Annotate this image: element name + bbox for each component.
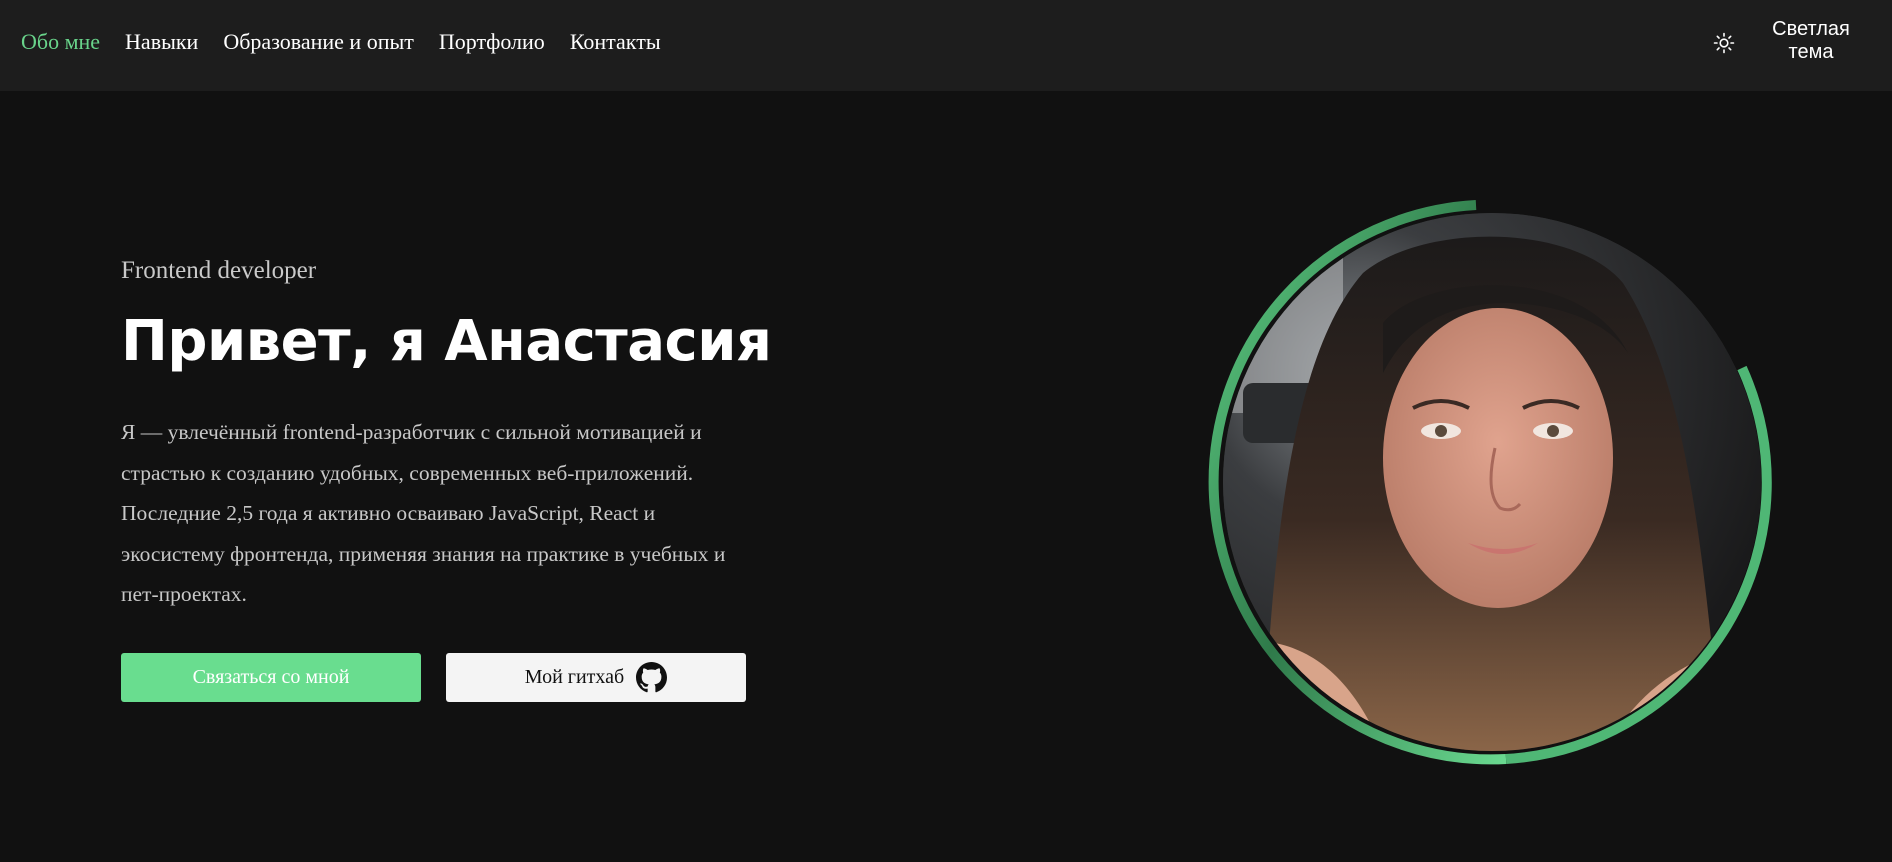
nav-item-contacts[interactable]: Контакты	[570, 28, 661, 56]
nav-item-education[interactable]: Образование и опыт	[223, 28, 414, 56]
github-button[interactable]: Мой гитхаб	[446, 653, 746, 702]
top-navigation-bar: Обо мне Навыки Образование и опыт Портфо…	[0, 0, 1892, 91]
sun-icon	[1713, 32, 1735, 54]
github-label: Мой гитхаб	[524, 666, 625, 688]
theme-toggle-label: Светлая тема	[1772, 18, 1850, 63]
profile-photo-illustration	[1223, 213, 1761, 751]
profile-photo-frame	[1206, 198, 1774, 766]
contact-me-button[interactable]: Связаться со мной	[121, 653, 421, 702]
role-subtitle: Frontend developer	[121, 257, 317, 284]
contact-me-label: Связаться со мной	[192, 666, 350, 688]
hero-title: Привет, я Анастасия	[121, 309, 772, 374]
nav-item-skills[interactable]: Навыки	[125, 28, 198, 56]
nav-item-about[interactable]: Обо мне	[21, 28, 100, 56]
hero-section: Frontend developer Привет, я Анастасия Я…	[121, 256, 772, 615]
main-nav: Обо мне Навыки Образование и опыт Портфо…	[21, 28, 661, 56]
nav-item-portfolio[interactable]: Портфолио	[439, 28, 545, 56]
profile-photo	[1223, 213, 1761, 751]
bio-text: Я — увлечённый frontend-разработчик с си…	[121, 420, 726, 606]
github-icon	[636, 662, 668, 693]
theme-toggle-button[interactable]: Светлая тема	[1712, 18, 1872, 68]
